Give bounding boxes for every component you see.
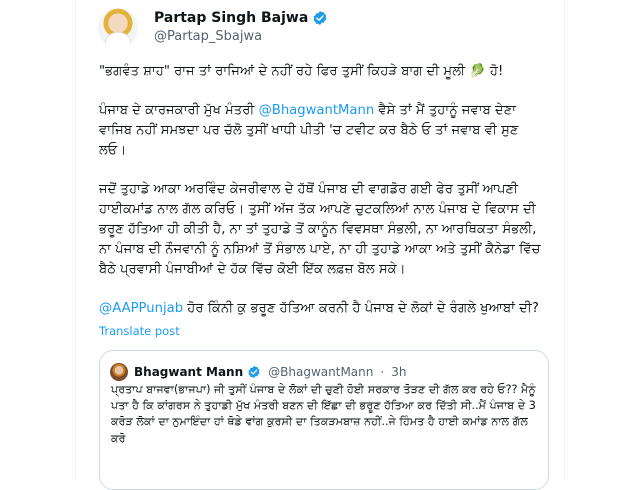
author-avatar[interactable] — [98, 8, 138, 48]
tweet-paragraph-3: ਜਦੋਂ ਤੁਹਾਡੇ ਆਕਾ ਅਰਵਿੰਦ ਕੇਜਰੀਵਾਲ ਦੇ ਹੱਥੋਂ… — [99, 182, 541, 277]
verified-badge-icon — [248, 365, 260, 379]
mention-aappunjab[interactable]: @AAPPunjab — [99, 301, 183, 316]
mention-bhagwantmann[interactable]: @BhagwantMann — [259, 103, 375, 118]
paragraph-4-rest: ਹੋਰ ਕਿੰਨੀ ਕੁ ਭਰੂਣ ਹੱਤਿਆ ਕਰਨੀ ਹੈ ਪੰਜਾਬ ਦੇ… — [183, 301, 539, 316]
tweet-container: Partap Singh Bajwa @Partap_Sbajwa "ਭਗਵੰਤ… — [75, 0, 565, 490]
paragraph-2-lead: ਪੰਜਾਬ ਦੇ ਕਾਰਜਕਾਰੀ ਮੁੱਖ ਮੰਤਰੀ — [99, 103, 259, 118]
verified-badge-icon — [313, 11, 327, 25]
translate-post-link[interactable]: Translate post — [99, 324, 180, 338]
separator-dot: · — [380, 365, 385, 379]
quoted-author-name: Bhagwant Mann — [134, 365, 244, 379]
quoted-author-handle: @BhagwantMann — [268, 365, 374, 379]
tweet-paragraph-1: "ਭਗਵੰਤ ਸ਼ਾਹ" ਰਾਜ ਤਾਂ ਰਾਜਿਆਂ ਦੇ ਨਹੀਂ ਰਹੇ … — [99, 64, 504, 79]
author-name[interactable]: Partap Singh Bajwa — [154, 10, 308, 26]
tweet-paragraph-2: ਪੰਜਾਬ ਦੇ ਕਾਰਜਕਾਰੀ ਮੁੱਖ ਮੰਤਰੀ @BhagwantMa… — [99, 101, 549, 161]
author-name-line: Partap Singh Bajwa — [154, 10, 328, 26]
quoted-tweet-text: ਪ੍ਰਤਾਪ ਬਾਜਵਾ(ਭਾਜਪਾ) ਜੀ ਤੁਸੀਂ ਪੰਜਾਬ ਦੇ ਲੋ… — [111, 383, 536, 445]
quoted-author-avatar — [110, 363, 128, 381]
quoted-timestamp: 3h — [391, 365, 407, 379]
tweet-header: Partap Singh Bajwa @Partap_Sbajwa — [98, 8, 538, 48]
quoted-tweet[interactable]: Bhagwant Mann @BhagwantMann · 3h ਪ੍ਰਤਾਪ … — [99, 350, 549, 490]
tweet-paragraph-4: @AAPPunjab ਹੋਰ ਕਿੰਨੀ ਕੁ ਭਰੂਣ ਹੱਤਿਆ ਕਰਨੀ … — [99, 299, 549, 319]
author-handle[interactable]: @Partap_Sbajwa — [154, 29, 262, 44]
quoted-tweet-header: Bhagwant Mann @BhagwantMann · 3h — [110, 363, 406, 381]
tweet-body: "ਭਗਵੰਤ ਸ਼ਾਹ" ਰਾਜ ਤਾਂ ਰਾਜਿਆਂ ਦੇ ਨਹੀਂ ਰਹੇ … — [99, 62, 549, 338]
